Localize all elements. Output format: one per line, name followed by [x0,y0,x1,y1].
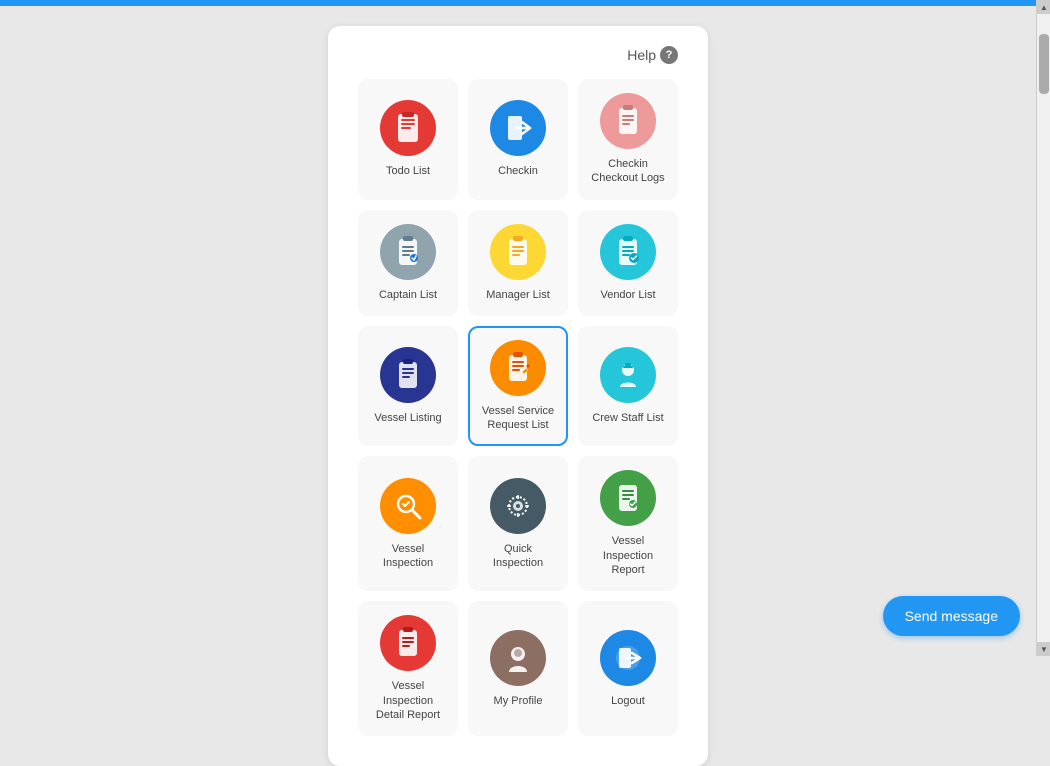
grid-item-manager-list[interactable]: Manager List [468,210,568,316]
todo-list-icon [380,100,436,156]
quick-inspection-icon [490,478,546,534]
captain-list-icon [380,224,436,280]
crew-staff-list-label: Crew Staff List [592,411,663,425]
manager-list-icon [490,224,546,280]
vessel-service-request-list-label: Vessel Service Request List [478,404,558,433]
logout-icon [600,630,656,686]
help-icon[interactable]: ? [660,46,678,64]
grid-item-vessel-inspection[interactable]: Vessel Inspection [358,456,458,591]
help-row: Help ? [358,46,678,64]
vessel-listing-icon [380,347,436,403]
captain-list-label: Captain List [379,288,437,302]
my-profile-icon [490,630,546,686]
vendor-list-icon [600,224,656,280]
scrollbar[interactable]: ▲ ▼ [1036,0,1050,656]
checkin-checkout-logs-icon [600,93,656,149]
grid-item-vessel-inspection-report[interactable]: Vessel Inspection Report [578,456,678,591]
vessel-inspection-detail-report-icon [380,615,436,671]
vessel-inspection-icon [380,478,436,534]
grid-item-todo-list[interactable]: Todo List [358,79,458,200]
todo-list-label: Todo List [386,164,430,178]
checkin-label: Checkin [498,164,538,178]
my-profile-label: My Profile [494,694,543,708]
grid-item-vessel-listing[interactable]: Vessel Listing [358,326,458,447]
vessel-inspection-report-icon [600,470,656,526]
grid-item-crew-staff-list[interactable]: Crew Staff List [578,326,678,447]
vessel-listing-label: Vessel Listing [374,411,441,425]
grid-item-vendor-list[interactable]: Vendor List [578,210,678,316]
grid-item-checkin[interactable]: Checkin [468,79,568,200]
vessel-inspection-report-label: Vessel Inspection Report [588,534,668,577]
quick-inspection-label: Quick Inspection [478,542,558,571]
checkin-icon [490,100,546,156]
vessel-service-request-list-icon [490,340,546,396]
grid-item-vessel-inspection-detail-report[interactable]: Vessel Inspection Detail Report [358,601,458,736]
grid: Todo List Checkin [358,79,678,736]
grid-item-logout[interactable]: Logout [578,601,678,736]
card-container: Help ? Todo List [328,26,708,766]
send-message-button[interactable]: Send message [883,596,1020,636]
help-label: Help [627,47,656,63]
scrollbar-arrow-down[interactable]: ▼ [1037,642,1050,656]
vessel-inspection-detail-report-label: Vessel Inspection Detail Report [368,679,448,722]
grid-item-vessel-service-request-list[interactable]: Vessel Service Request List [468,326,568,447]
grid-item-my-profile[interactable]: My Profile [468,601,568,736]
grid-item-quick-inspection[interactable]: Quick Inspection [468,456,568,591]
scrollbar-arrow-up[interactable]: ▲ [1037,0,1050,14]
checkin-checkout-logs-label: Checkin Checkout Logs [588,157,668,186]
grid-item-checkin-checkout-logs[interactable]: Checkin Checkout Logs [578,79,678,200]
crew-staff-list-icon [600,347,656,403]
manager-list-label: Manager List [486,288,550,302]
vendor-list-label: Vendor List [600,288,655,302]
logout-label: Logout [611,694,645,708]
main-container: Help ? Todo List [0,6,1036,656]
grid-item-captain-list[interactable]: Captain List [358,210,458,316]
scrollbar-thumb[interactable] [1039,34,1049,94]
vessel-inspection-label: Vessel Inspection [368,542,448,571]
